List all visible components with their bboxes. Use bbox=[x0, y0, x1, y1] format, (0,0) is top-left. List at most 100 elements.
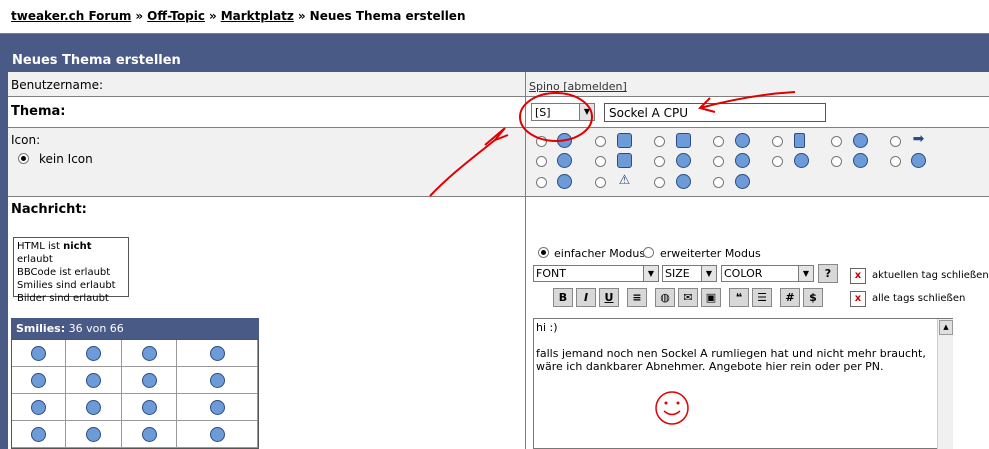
font-select[interactable]: FONT ▼ bbox=[533, 265, 659, 282]
icon-radio[interactable] bbox=[536, 136, 547, 147]
frown-icon bbox=[853, 153, 868, 168]
icon-label: Icon: bbox=[11, 133, 41, 147]
row-divider bbox=[8, 196, 989, 197]
smile-icon[interactable] bbox=[142, 346, 157, 361]
size-select[interactable]: SIZE ▼ bbox=[662, 265, 717, 282]
row-divider bbox=[8, 96, 989, 97]
help-icon[interactable]: ? bbox=[818, 264, 838, 283]
scroll-up-icon[interactable]: ▲ bbox=[939, 320, 953, 335]
rule-bbcode: BBCode ist erlaubt bbox=[17, 267, 111, 278]
surprised-icon bbox=[735, 133, 750, 148]
username-text[interactable]: Spino bbox=[529, 80, 560, 93]
rule-smilies: Smilies sind erlaubt bbox=[17, 280, 116, 291]
grin-icon[interactable] bbox=[31, 346, 46, 361]
posting-rules: HTML ist nicht erlaubt BBCode ist erlaub… bbox=[13, 237, 129, 304]
quote-icon[interactable]: ❝ bbox=[729, 288, 749, 307]
laugh-icon[interactable] bbox=[31, 373, 46, 388]
message-textarea[interactable]: hi :) falls jemand noch nen Sockel A rum… bbox=[533, 318, 953, 449]
sad-icon[interactable] bbox=[210, 400, 225, 415]
sleep-icon[interactable] bbox=[210, 346, 225, 361]
sad-icon bbox=[676, 153, 691, 168]
icon-radio[interactable] bbox=[890, 136, 901, 147]
code-button[interactable]: # bbox=[780, 288, 800, 307]
chevron-down-icon[interactable]: ▼ bbox=[643, 266, 658, 281]
row-divider bbox=[8, 127, 989, 128]
chevron-down-icon[interactable]: ▼ bbox=[798, 266, 813, 281]
breadcrumb-forum-link[interactable]: tweaker.ch Forum bbox=[11, 9, 131, 23]
icon-radio[interactable] bbox=[595, 156, 606, 167]
simple-mode-label: einfacher Modus bbox=[554, 247, 646, 260]
breadcrumb-separator: » bbox=[208, 9, 217, 23]
smiley-icon bbox=[853, 133, 868, 148]
icon-radio[interactable] bbox=[536, 177, 547, 188]
no-icon-radio[interactable] bbox=[18, 153, 29, 164]
email-icon[interactable]: ✉ bbox=[678, 288, 698, 307]
underline-button[interactable]: U bbox=[599, 288, 619, 307]
icon-radio[interactable] bbox=[654, 156, 665, 167]
rule-html: HTML ist nicht erlaubt bbox=[17, 241, 92, 265]
icon-radio[interactable] bbox=[890, 156, 901, 167]
blush-icon[interactable] bbox=[86, 373, 101, 388]
breadcrumb-marktplatz-link[interactable]: Marktplatz bbox=[221, 9, 294, 23]
tongue-icon bbox=[735, 174, 750, 189]
icon-radio[interactable] bbox=[595, 177, 606, 188]
icon-radio[interactable] bbox=[831, 136, 842, 147]
laugh-icon bbox=[911, 153, 926, 168]
icon-radio[interactable] bbox=[713, 177, 724, 188]
close-current-tag-button[interactable]: x bbox=[850, 268, 866, 284]
username-label: Benutzername: bbox=[11, 78, 104, 92]
italic-button[interactable]: I bbox=[576, 288, 596, 307]
rolleyes-icon[interactable] bbox=[31, 427, 46, 442]
logout-link[interactable]: [abmelden] bbox=[563, 80, 627, 93]
align-center-icon[interactable]: ≡ bbox=[627, 288, 647, 307]
icon-radio[interactable] bbox=[772, 136, 783, 147]
thumbs-down-icon bbox=[617, 133, 632, 148]
breadcrumb-separator: » bbox=[297, 9, 306, 23]
icon-radio[interactable] bbox=[536, 156, 547, 167]
icon-radio[interactable] bbox=[595, 136, 606, 147]
chevron-down-icon[interactable]: ▼ bbox=[579, 104, 594, 120]
cry-icon[interactable] bbox=[210, 373, 225, 388]
smiley-icon bbox=[557, 133, 572, 148]
column-divider bbox=[525, 72, 526, 449]
thumbs-up-icon bbox=[676, 133, 691, 148]
icon-radio[interactable] bbox=[831, 156, 842, 167]
icon-radio[interactable] bbox=[654, 136, 665, 147]
rule-images: Bilder sind erlaubt bbox=[17, 293, 109, 304]
smilies-header: Smilies: 36 von 66 bbox=[11, 318, 259, 339]
happy-icon[interactable] bbox=[86, 427, 101, 442]
bold-button[interactable]: B bbox=[553, 288, 573, 307]
icon-radio[interactable] bbox=[654, 177, 665, 188]
simple-mode-radio[interactable] bbox=[538, 247, 549, 258]
cool-icon[interactable] bbox=[86, 400, 101, 415]
color-select[interactable]: COLOR ▼ bbox=[721, 265, 814, 282]
message-line: falls jemand noch nen Sockel A rumliegen… bbox=[536, 347, 926, 360]
advanced-mode-radio[interactable] bbox=[643, 247, 654, 258]
wink-icon[interactable] bbox=[86, 346, 101, 361]
breadcrumb-offtopic-link[interactable]: Off-Topic bbox=[147, 9, 205, 23]
prefix-select[interactable]: [S] ▼ bbox=[531, 103, 595, 121]
question-icon bbox=[557, 174, 572, 189]
image-icon[interactable]: ▣ bbox=[701, 288, 721, 307]
icon-radio[interactable] bbox=[713, 136, 724, 147]
php-button[interactable]: $ bbox=[803, 288, 823, 307]
textarea-scrollbar[interactable]: ▲ bbox=[937, 319, 953, 449]
shock-icon[interactable] bbox=[142, 373, 157, 388]
icon-radio[interactable] bbox=[713, 156, 724, 167]
message-line: hi :) bbox=[536, 321, 558, 334]
tongue-icon[interactable] bbox=[142, 400, 157, 415]
close-all-tags-button[interactable]: x bbox=[850, 291, 866, 307]
form-header: Neues Thema erstellen bbox=[8, 50, 989, 72]
icon-radio[interactable] bbox=[772, 156, 783, 167]
chevron-down-icon[interactable]: ▼ bbox=[701, 266, 716, 281]
no-icon-label: kein Icon bbox=[39, 152, 93, 166]
confused-icon[interactable] bbox=[210, 427, 225, 442]
grin-icon[interactable] bbox=[31, 400, 46, 415]
prefix-select-value: [S] bbox=[535, 106, 551, 119]
list-icon[interactable]: ☰ bbox=[752, 288, 772, 307]
smiley-icon bbox=[676, 174, 691, 189]
globe-link-icon[interactable]: ◍ bbox=[655, 288, 675, 307]
breadcrumb-separator: » bbox=[135, 9, 144, 23]
surprised-icon[interactable] bbox=[142, 427, 157, 442]
title-input[interactable]: Sockel A CPU bbox=[604, 103, 826, 122]
